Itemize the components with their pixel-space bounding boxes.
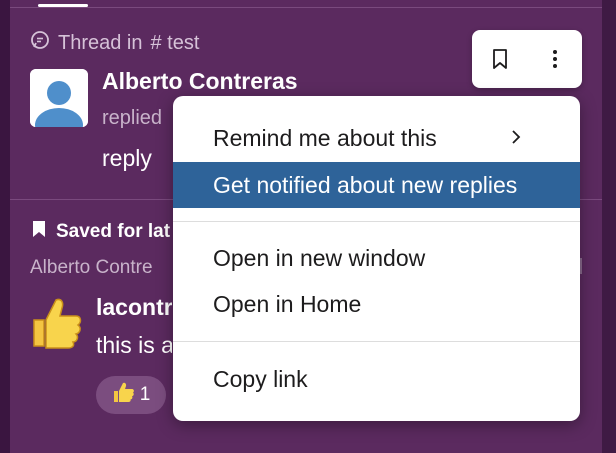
saved-header-label: Saved for lat xyxy=(56,221,171,242)
saved-header: Saved for lat xyxy=(32,220,172,244)
menu-item-label: Copy link xyxy=(213,365,308,392)
bookmark-icon xyxy=(492,49,507,69)
menu-item-label: Remind me about this xyxy=(213,124,437,151)
saved-message-text: this is a xyxy=(96,332,172,358)
menu-item-label: Open in new window xyxy=(213,244,426,271)
thread-icon xyxy=(30,30,50,56)
right-scroll-edge xyxy=(602,0,616,453)
menu-item-open-in-home[interactable]: Open in Home xyxy=(173,281,580,327)
chevron-right-icon xyxy=(512,130,521,144)
replied-label: replied xyxy=(102,107,163,129)
menu-item-get-notified[interactable]: Get notified about new replies xyxy=(173,162,580,208)
thumbs-up-icon xyxy=(112,380,136,410)
thread-header[interactable]: Thread in # test xyxy=(30,30,199,56)
more-actions-button[interactable] xyxy=(533,37,577,81)
top-divider xyxy=(10,7,602,8)
menu-separator xyxy=(173,221,580,222)
save-bookmark-button[interactable] xyxy=(478,37,522,81)
thumbs-up-avatar-icon[interactable] xyxy=(28,294,84,350)
thread-header-label: Thread in xyxy=(58,31,143,54)
left-sidebar-edge xyxy=(0,0,10,453)
thread-author-name[interactable]: Alberto Contreras xyxy=(102,68,298,95)
saved-subheader: Alberto Contre xyxy=(30,257,153,278)
menu-separator xyxy=(173,341,580,342)
menu-item-open-new-window[interactable]: Open in new window xyxy=(173,235,580,281)
avatar[interactable] xyxy=(30,69,88,127)
user-avatar-icon xyxy=(30,69,88,127)
bookmark-filled-icon xyxy=(32,220,46,244)
thread-channel-link[interactable]: # test xyxy=(151,32,200,55)
context-menu: Remind me about this Get notified about … xyxy=(173,96,580,421)
reaction-pill[interactable]: 1 xyxy=(96,376,166,414)
more-vertical-icon xyxy=(552,50,557,68)
message-action-bar xyxy=(472,30,582,88)
menu-item-remind-me[interactable]: Remind me about this xyxy=(173,115,580,161)
saved-author-name[interactable]: lacontr xyxy=(96,294,172,321)
menu-item-label: Open in Home xyxy=(213,290,362,317)
thread-message-text: reply xyxy=(102,145,152,171)
menu-item-copy-link[interactable]: Copy link xyxy=(173,356,580,402)
menu-item-label: Get notified about new replies xyxy=(213,171,518,198)
reaction-count: 1 xyxy=(139,384,151,405)
